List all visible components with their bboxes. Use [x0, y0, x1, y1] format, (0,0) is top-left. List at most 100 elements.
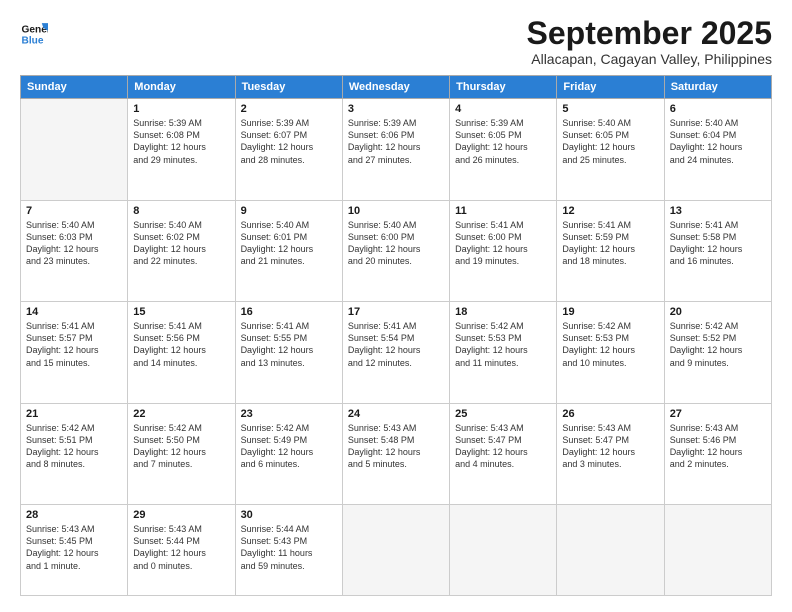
- day-number: 3: [348, 103, 444, 115]
- day-number: 21: [26, 408, 122, 420]
- day-info: Sunrise: 5:39 AMSunset: 6:06 PMDaylight:…: [348, 117, 444, 166]
- day-number: 9: [241, 205, 337, 217]
- day-info: Sunrise: 5:41 AMSunset: 5:56 PMDaylight:…: [133, 320, 229, 369]
- day-number: 2: [241, 103, 337, 115]
- table-row: 11Sunrise: 5:41 AMSunset: 6:00 PMDayligh…: [450, 200, 557, 302]
- table-row: [664, 505, 771, 596]
- table-row: 4 Sunrise: 5:39 AMSunset: 6:05 PMDaylight…: [450, 99, 557, 201]
- day-info: Sunrise: 5:42 AMSunset: 5:52 PMDaylight:…: [670, 320, 766, 369]
- day-info: Sunrise: 5:39 AMSunset: 6:05 PMDaylight:…: [455, 117, 551, 166]
- day-info: Sunrise: 5:43 AMSunset: 5:45 PMDaylight:…: [26, 523, 122, 572]
- table-row: 20 Sunrise: 5:42 AMSunset: 5:52 PMDayligh…: [664, 302, 771, 404]
- day-info: Sunrise: 5:41 AMSunset: 6:00 PMDaylight:…: [455, 219, 551, 268]
- table-row: [557, 505, 664, 596]
- col-wednesday: Wednesday: [342, 76, 449, 99]
- day-info: Sunrise: 5:42 AMSunset: 5:50 PMDaylight:…: [133, 422, 229, 471]
- day-number: 4: [455, 103, 551, 115]
- day-number: 28: [26, 509, 122, 521]
- day-number: 13: [670, 205, 766, 217]
- table-row: 28 Sunrise: 5:43 AMSunset: 5:45 PMDayligh…: [21, 505, 128, 596]
- day-number: 8: [133, 205, 229, 217]
- day-info: Sunrise: 5:43 AMSunset: 5:47 PMDaylight:…: [455, 422, 551, 471]
- table-row: 30 Sunrise: 5:44 AMSunset: 5:43 PMDayligh…: [235, 505, 342, 596]
- day-info: Sunrise: 5:42 AMSunset: 5:51 PMDaylight:…: [26, 422, 122, 471]
- calendar-table: Sunday Monday Tuesday Wednesday Thursday…: [20, 75, 772, 596]
- table-row: 3 Sunrise: 5:39 AMSunset: 6:06 PMDaylight…: [342, 99, 449, 201]
- col-saturday: Saturday: [664, 76, 771, 99]
- col-thursday: Thursday: [450, 76, 557, 99]
- day-info: Sunrise: 5:41 AMSunset: 5:55 PMDaylight:…: [241, 320, 337, 369]
- day-info: Sunrise: 5:41 AMSunset: 5:59 PMDaylight:…: [562, 219, 658, 268]
- table-row: [342, 505, 449, 596]
- col-sunday: Sunday: [21, 76, 128, 99]
- table-row: 29 Sunrise: 5:43 AMSunset: 5:44 PMDayligh…: [128, 505, 235, 596]
- day-info: Sunrise: 5:43 AMSunset: 5:44 PMDaylight:…: [133, 523, 229, 572]
- day-number: 12: [562, 205, 658, 217]
- day-info: Sunrise: 5:39 AMSunset: 6:07 PMDaylight:…: [241, 117, 337, 166]
- day-info: Sunrise: 5:40 AMSunset: 6:05 PMDaylight:…: [562, 117, 658, 166]
- day-info: Sunrise: 5:40 AMSunset: 6:01 PMDaylight:…: [241, 219, 337, 268]
- header: General Blue September 2025 Allacapan, C…: [20, 16, 772, 67]
- table-row: 8 Sunrise: 5:40 AMSunset: 6:02 PMDaylight…: [128, 200, 235, 302]
- day-number: 24: [348, 408, 444, 420]
- table-row: 22 Sunrise: 5:42 AMSunset: 5:50 PMDayligh…: [128, 403, 235, 505]
- table-row: 14 Sunrise: 5:41 AMSunset: 5:57 PMDayligh…: [21, 302, 128, 404]
- day-info: Sunrise: 5:41 AMSunset: 5:58 PMDaylight:…: [670, 219, 766, 268]
- day-number: 27: [670, 408, 766, 420]
- day-number: 14: [26, 306, 122, 318]
- table-row: 7 Sunrise: 5:40 AMSunset: 6:03 PMDaylight…: [21, 200, 128, 302]
- table-row: 18Sunrise: 5:42 AMSunset: 5:53 PMDayligh…: [450, 302, 557, 404]
- day-info: Sunrise: 5:41 AMSunset: 5:54 PMDaylight:…: [348, 320, 444, 369]
- day-number: 5: [562, 103, 658, 115]
- day-info: Sunrise: 5:43 AMSunset: 5:46 PMDaylight:…: [670, 422, 766, 471]
- day-number: 29: [133, 509, 229, 521]
- table-row: 15 Sunrise: 5:41 AMSunset: 5:56 PMDayligh…: [128, 302, 235, 404]
- day-info: Sunrise: 5:40 AMSunset: 6:00 PMDaylight:…: [348, 219, 444, 268]
- col-monday: Monday: [128, 76, 235, 99]
- day-info: Sunrise: 5:41 AMSunset: 5:57 PMDaylight:…: [26, 320, 122, 369]
- table-row: 10 Sunrise: 5:40 AMSunset: 6:00 PMDayligh…: [342, 200, 449, 302]
- day-number: 22: [133, 408, 229, 420]
- table-row: 6 Sunrise: 5:40 AMSunset: 6:04 PMDaylight…: [664, 99, 771, 201]
- day-number: 1: [133, 103, 229, 115]
- day-number: 30: [241, 509, 337, 521]
- day-info: Sunrise: 5:39 AMSunset: 6:08 PMDaylight:…: [133, 117, 229, 166]
- day-info: Sunrise: 5:42 AMSunset: 5:49 PMDaylight:…: [241, 422, 337, 471]
- day-info: Sunrise: 5:42 AMSunset: 5:53 PMDaylight:…: [562, 320, 658, 369]
- title-block: September 2025 Allacapan, Cagayan Valley…: [527, 16, 772, 67]
- table-row: 19 Sunrise: 5:42 AMSunset: 5:53 PMDayligh…: [557, 302, 664, 404]
- day-number: 15: [133, 306, 229, 318]
- day-info: Sunrise: 5:40 AMSunset: 6:03 PMDaylight:…: [26, 219, 122, 268]
- table-row: [21, 99, 128, 201]
- day-info: Sunrise: 5:44 AMSunset: 5:43 PMDaylight:…: [241, 523, 337, 572]
- col-tuesday: Tuesday: [235, 76, 342, 99]
- table-row: 16 Sunrise: 5:41 AMSunset: 5:55 PMDayligh…: [235, 302, 342, 404]
- table-row: 23Sunrise: 5:42 AMSunset: 5:49 PMDayligh…: [235, 403, 342, 505]
- svg-text:Blue: Blue: [22, 35, 44, 46]
- table-row: 1 Sunrise: 5:39 AMSunset: 6:08 PMDaylight…: [128, 99, 235, 201]
- table-row: 25Sunrise: 5:43 AMSunset: 5:47 PMDayligh…: [450, 403, 557, 505]
- table-row: 5 Sunrise: 5:40 AMSunset: 6:05 PMDaylight…: [557, 99, 664, 201]
- table-row: 2 Sunrise: 5:39 AMSunset: 6:07 PMDaylight…: [235, 99, 342, 201]
- month-title: September 2025: [527, 16, 772, 51]
- table-row: 13 Sunrise: 5:41 AMSunset: 5:58 PMDayligh…: [664, 200, 771, 302]
- table-row: 24 Sunrise: 5:43 AMSunset: 5:48 PMDayligh…: [342, 403, 449, 505]
- day-number: 16: [241, 306, 337, 318]
- day-number: 26: [562, 408, 658, 420]
- day-number: 20: [670, 306, 766, 318]
- day-info: Sunrise: 5:43 AMSunset: 5:47 PMDaylight:…: [562, 422, 658, 471]
- day-info: Sunrise: 5:40 AMSunset: 6:02 PMDaylight:…: [133, 219, 229, 268]
- day-number: 10: [348, 205, 444, 217]
- table-row: 9 Sunrise: 5:40 AMSunset: 6:01 PMDaylight…: [235, 200, 342, 302]
- page: General Blue September 2025 Allacapan, C…: [0, 0, 792, 612]
- day-number: 6: [670, 103, 766, 115]
- logo-icon: General Blue: [20, 20, 48, 48]
- day-info: Sunrise: 5:43 AMSunset: 5:48 PMDaylight:…: [348, 422, 444, 471]
- day-number: 7: [26, 205, 122, 217]
- logo: General Blue: [20, 20, 48, 48]
- day-number: 17: [348, 306, 444, 318]
- day-number: 19: [562, 306, 658, 318]
- day-info: Sunrise: 5:40 AMSunset: 6:04 PMDaylight:…: [670, 117, 766, 166]
- day-info: Sunrise: 5:42 AMSunset: 5:53 PMDaylight:…: [455, 320, 551, 369]
- table-row: 12 Sunrise: 5:41 AMSunset: 5:59 PMDayligh…: [557, 200, 664, 302]
